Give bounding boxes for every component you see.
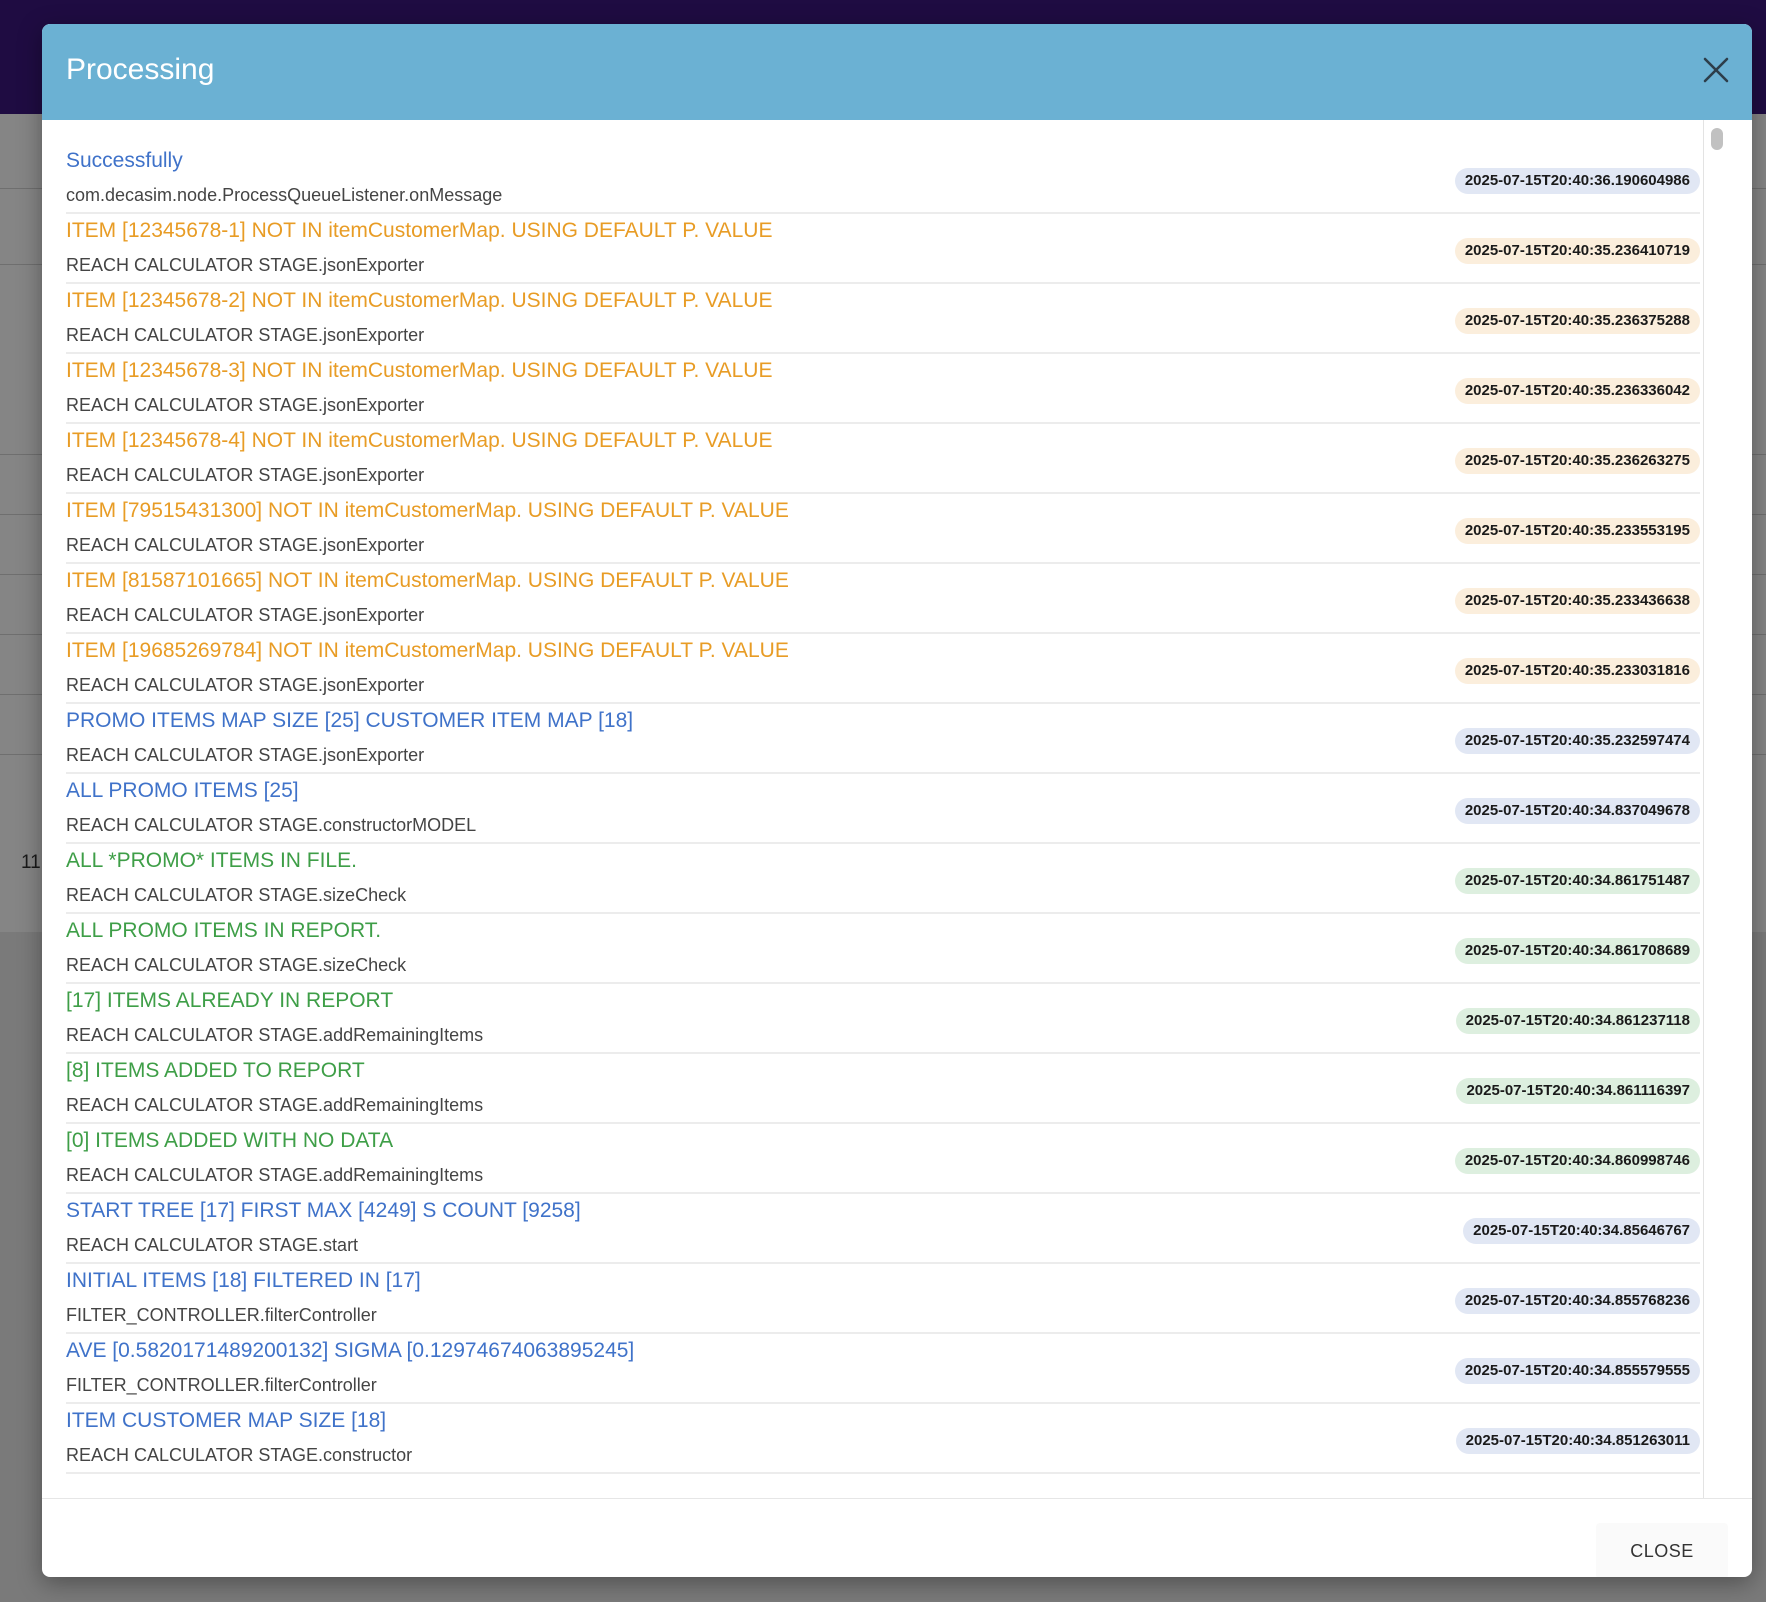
log-message: PROMO ITEMS MAP SIZE [25] CUSTOMER ITEM … (66, 709, 634, 732)
page: 11 Processing Successfully com.decasim.no… (0, 0, 1766, 1602)
dialog-title: Processing (66, 53, 215, 86)
log-source: REACH CALCULATOR STAGE.constructor (66, 1445, 413, 1465)
log-entry: INITIAL ITEMS [18] FILTERED IN [17] FILTE… (66, 1264, 1700, 1334)
log-entry: ALL PROMO ITEMS IN REPORT. REACH CALCULAT… (66, 914, 1700, 984)
log-entry: ITEM [81587101665] NOT IN itemCustomerMa… (66, 564, 1700, 634)
log-message: ALL *PROMO* ITEMS IN FILE. (66, 849, 357, 872)
scrollbar-thumb[interactable] (1711, 128, 1723, 150)
log-entry: [8] ITEMS ADDED TO REPORT REACH CALCULATO… (66, 1054, 1700, 1124)
processing-dialog: Processing Successfully com.decasim.node.… (42, 24, 1752, 1577)
log-timestamp-badge: 2025-07-15T20:40:35.236336042 (1454, 378, 1700, 404)
log-message: [8] ITEMS ADDED TO REPORT (66, 1059, 365, 1082)
log-source: REACH CALCULATOR STAGE.jsonExporter (66, 745, 425, 765)
log-source: REACH CALCULATOR STAGE.jsonExporter (66, 465, 425, 485)
log-timestamp-badge: 2025-07-15T20:40:35.233553195 (1454, 518, 1700, 544)
log-entry: Successfully com.decasim.node.ProcessQueu… (66, 144, 1700, 214)
log-message: ITEM [12345678-3] NOT IN itemCustomerMap… (66, 359, 773, 382)
log-timestamp-badge: 2025-07-15T20:40:34.861708689 (1454, 938, 1700, 964)
close-button[interactable]: CLOSE (1596, 1523, 1728, 1577)
log-message: ITEM [19685269784] NOT IN itemCustomerMa… (66, 639, 789, 662)
dialog-footer: CLOSE (42, 1499, 1752, 1577)
log-source: REACH CALCULATOR STAGE.sizeCheck (66, 955, 407, 975)
log-entry: ITEM [12345678-4] NOT IN itemCustomerMap… (66, 424, 1700, 494)
log-source: FILTER_CONTROLLER.filterController (66, 1375, 377, 1395)
log-message: Successfully (66, 149, 183, 172)
log-timestamp-badge: 2025-07-15T20:40:34.861237118 (1455, 1008, 1700, 1034)
log-timestamp-badge: 2025-07-15T20:40:34.837049678 (1454, 798, 1700, 824)
log-message: INITIAL ITEMS [18] FILTERED IN [17] (66, 1269, 421, 1292)
log-entry: ITEM [12345678-2] NOT IN itemCustomerMap… (66, 284, 1700, 354)
log-source: REACH CALCULATOR STAGE.start (66, 1235, 359, 1255)
log-timestamp-badge: 2025-07-15T20:40:35.232597474 (1454, 728, 1700, 754)
log-entry: ALL *PROMO* ITEMS IN FILE. REACH CALCULAT… (66, 844, 1700, 914)
log-timestamp-badge: 2025-07-15T20:40:34.860998746 (1454, 1148, 1700, 1174)
log-timestamp-badge: 2025-07-15T20:40:35.236263275 (1454, 448, 1700, 474)
log-entry: [17] ITEMS ALREADY IN REPORT REACH CALCUL… (66, 984, 1700, 1054)
scrollbar[interactable] (1703, 120, 1730, 1498)
log-message: START TREE [17] FIRST MAX [4249] S COUNT… (66, 1199, 581, 1222)
log-entry: [0] ITEMS ADDED WITH NO DATA REACH CALCUL… (66, 1124, 1700, 1194)
log-timestamp-badge: 2025-07-15T20:40:34.851263011 (1455, 1428, 1700, 1454)
close-icon[interactable] (1698, 52, 1734, 88)
log-timestamp-badge: 2025-07-15T20:40:35.236410719 (1454, 238, 1700, 264)
log-list-container[interactable]: Successfully com.decasim.node.ProcessQueu… (42, 120, 1752, 1499)
log-timestamp-badge: 2025-07-15T20:40:35.236375288 (1454, 308, 1700, 334)
log-message: ITEM [81587101665] NOT IN itemCustomerMa… (66, 569, 789, 592)
dialog-header: Processing (42, 24, 1752, 120)
log-entry: START TREE [17] FIRST MAX [4249] S COUNT… (66, 1194, 1700, 1264)
log-message: ITEM [12345678-2] NOT IN itemCustomerMap… (66, 289, 773, 312)
log-entry: ITEM [19685269784] NOT IN itemCustomerMa… (66, 634, 1700, 704)
log-source: com.decasim.node.ProcessQueueListener.on… (66, 185, 503, 205)
log-list: Successfully com.decasim.node.ProcessQueu… (66, 144, 1700, 1474)
log-entry: ITEM CUSTOMER MAP SIZE [18] REACH CALCULA… (66, 1404, 1700, 1474)
log-entry: AVE [0.5820171489200132] SIGMA [0.129746… (66, 1334, 1700, 1404)
log-source: REACH CALCULATOR STAGE.jsonExporter (66, 535, 425, 555)
log-message: [17] ITEMS ALREADY IN REPORT (66, 989, 394, 1012)
log-source: REACH CALCULATOR STAGE.jsonExporter (66, 675, 425, 695)
log-source: REACH CALCULATOR STAGE.sizeCheck (66, 885, 407, 905)
log-source: REACH CALCULATOR STAGE.jsonExporter (66, 605, 425, 625)
log-message: ITEM [12345678-1] NOT IN itemCustomerMap… (66, 219, 773, 242)
log-message: AVE [0.5820171489200132] SIGMA [0.129746… (66, 1339, 635, 1362)
log-timestamp-badge: 2025-07-15T20:40:34.85646767 (1463, 1218, 1700, 1244)
log-entry: ITEM [12345678-1] NOT IN itemCustomerMap… (66, 214, 1700, 284)
log-source: REACH CALCULATOR STAGE.jsonExporter (66, 325, 425, 345)
log-source: REACH CALCULATOR STAGE.addRemainingItems (66, 1095, 484, 1115)
log-entry: ITEM [79515431300] NOT IN itemCustomerMa… (66, 494, 1700, 564)
log-timestamp-badge: 2025-07-15T20:40:36.190604986 (1454, 168, 1700, 194)
log-message: ITEM CUSTOMER MAP SIZE [18] (66, 1409, 387, 1432)
log-entry: PROMO ITEMS MAP SIZE [25] CUSTOMER ITEM … (66, 704, 1700, 774)
log-message: ALL PROMO ITEMS IN REPORT. (66, 919, 382, 942)
log-timestamp-badge: 2025-07-15T20:40:34.861116397 (1456, 1078, 1700, 1104)
log-timestamp-badge: 2025-07-15T20:40:34.861751487 (1454, 868, 1700, 894)
log-timestamp-badge: 2025-07-15T20:40:35.233031816 (1454, 658, 1700, 684)
log-source: REACH CALCULATOR STAGE.addRemainingItems (66, 1165, 484, 1185)
log-message: [0] ITEMS ADDED WITH NO DATA (66, 1129, 394, 1152)
log-timestamp-badge: 2025-07-15T20:40:34.855579555 (1454, 1358, 1700, 1384)
log-message: ALL PROMO ITEMS [25] (66, 779, 299, 802)
log-timestamp-badge: 2025-07-15T20:40:35.233436638 (1454, 588, 1700, 614)
log-source: REACH CALCULATOR STAGE.jsonExporter (66, 395, 425, 415)
log-source: REACH CALCULATOR STAGE.addRemainingItems (66, 1025, 484, 1045)
background-row-text: 11 (21, 852, 41, 873)
log-entry: ALL PROMO ITEMS [25] REACH CALCULATOR STA… (66, 774, 1700, 844)
log-message: ITEM [79515431300] NOT IN itemCustomerMa… (66, 499, 789, 522)
log-message: ITEM [12345678-4] NOT IN itemCustomerMap… (66, 429, 773, 452)
log-source: REACH CALCULATOR STAGE.constructorMODEL (66, 815, 477, 835)
log-source: REACH CALCULATOR STAGE.jsonExporter (66, 255, 425, 275)
log-entry: ITEM [12345678-3] NOT IN itemCustomerMap… (66, 354, 1700, 424)
log-source: FILTER_CONTROLLER.filterController (66, 1305, 377, 1325)
log-timestamp-badge: 2025-07-15T20:40:34.855768236 (1454, 1288, 1700, 1314)
